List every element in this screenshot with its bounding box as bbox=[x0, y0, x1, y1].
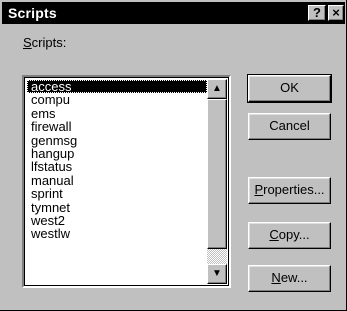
scroll-up-button[interactable]: ▲ bbox=[207, 79, 227, 99]
list-item[interactable]: sprint bbox=[27, 187, 207, 201]
arrow-down-icon: ▼ bbox=[212, 268, 222, 279]
copy-mnemonic: C bbox=[269, 227, 279, 242]
list-item[interactable]: ems bbox=[27, 106, 207, 120]
scripts-label: Scripts: bbox=[23, 35, 66, 50]
list-item[interactable]: firewall bbox=[27, 120, 207, 134]
scripts-dialog: Scripts ? × Scripts: access compu ems fi… bbox=[0, 0, 347, 311]
cancel-button[interactable]: Cancel bbox=[248, 113, 331, 140]
window-title: Scripts bbox=[8, 5, 57, 21]
list-item[interactable]: genmsg bbox=[27, 133, 207, 147]
vertical-scrollbar[interactable]: ▲ ▼ bbox=[207, 79, 227, 284]
list-item[interactable]: west2 bbox=[27, 214, 207, 228]
list-item[interactable]: lfstatus bbox=[27, 160, 207, 174]
scripts-label-rest: cripts: bbox=[31, 35, 67, 50]
list-item[interactable]: access bbox=[27, 80, 207, 93]
properties-label: roperties... bbox=[263, 182, 325, 197]
scripts-label-mnemonic: S bbox=[23, 35, 32, 50]
arrow-up-icon: ▲ bbox=[212, 83, 222, 94]
new-button[interactable]: New... bbox=[248, 265, 331, 292]
list-item[interactable]: westlw bbox=[27, 227, 207, 241]
title-bar[interactable]: Scripts ? × bbox=[2, 2, 345, 24]
help-icon: ? bbox=[313, 5, 321, 20]
scripts-listbox[interactable]: access compu ems firewall genmsg hangup … bbox=[22, 75, 231, 288]
properties-mnemonic: P bbox=[254, 182, 264, 197]
properties-button[interactable]: Properties... bbox=[248, 177, 331, 204]
scrollbar-thumb[interactable] bbox=[207, 99, 227, 249]
list-item[interactable]: hangup bbox=[27, 147, 207, 161]
new-mnemonic: N bbox=[271, 270, 281, 285]
scroll-down-button[interactable]: ▼ bbox=[207, 264, 227, 284]
list-item[interactable]: tymnet bbox=[27, 200, 207, 214]
close-icon: × bbox=[332, 5, 340, 20]
copy-button[interactable]: Copy... bbox=[248, 222, 331, 249]
scripts-list: access compu ems firewall genmsg hangup … bbox=[27, 80, 207, 285]
close-button[interactable]: × bbox=[328, 5, 344, 21]
list-item[interactable]: compu bbox=[27, 93, 207, 107]
ok-button[interactable]: OK bbox=[247, 74, 332, 103]
list-item[interactable]: manual bbox=[27, 173, 207, 187]
help-button[interactable]: ? bbox=[308, 5, 326, 21]
copy-label: opy... bbox=[278, 227, 310, 242]
new-label: ew... bbox=[280, 270, 308, 285]
